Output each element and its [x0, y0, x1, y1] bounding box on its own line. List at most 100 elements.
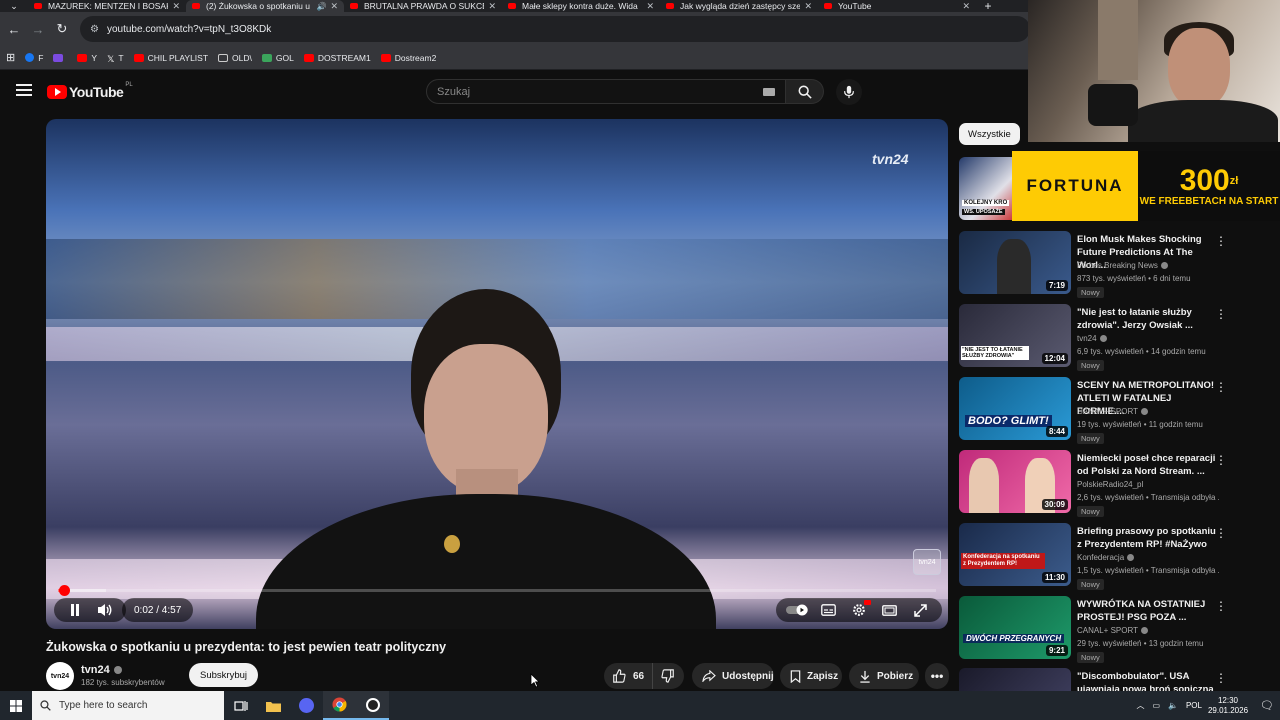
- volume-icon: [98, 604, 112, 616]
- bookmark-item[interactable]: [53, 53, 67, 62]
- bookmark-item[interactable]: CHIL PLAYLIST: [133, 53, 208, 63]
- reload-button[interactable]: ↻: [50, 21, 74, 37]
- speaker-icon[interactable]: 🔊: [316, 2, 326, 11]
- subscribe-button[interactable]: Subskrybuj: [189, 663, 258, 687]
- site-info-icon[interactable]: ⚙: [90, 24, 99, 35]
- youtube-favicon-icon: [824, 3, 832, 9]
- menu-hamburger-icon[interactable]: [16, 84, 32, 98]
- subtitles-icon: [820, 604, 836, 616]
- more-vertical-icon[interactable]: ⋮: [1215, 599, 1227, 613]
- system-clock[interactable]: 12:30 29.01.2026: [1208, 696, 1248, 716]
- subscriber-count: 182 tys. subskrybentów: [81, 678, 165, 687]
- more-vertical-icon[interactable]: ⋮: [1215, 307, 1227, 321]
- discord-app-button[interactable]: [290, 691, 323, 720]
- address-bar[interactable]: ⚙ youtube.com/watch?v=tpN_t3O8KDk: [80, 16, 1030, 42]
- network-icon[interactable]: ▭: [1152, 701, 1160, 710]
- tray-overflow-icon[interactable]: ︿: [1136, 700, 1144, 711]
- dislike-button[interactable]: [653, 669, 675, 683]
- back-button[interactable]: ←: [2, 22, 26, 37]
- bookmark-item[interactable]: GOL: [261, 53, 294, 63]
- taskbar-search-box[interactable]: Type here to search: [32, 691, 224, 720]
- recommendation-item[interactable]: "NIE JEST TO ŁATANIE SŁUŻBY ZDROWIA" 12:…: [959, 304, 1229, 371]
- channel-bug-logo[interactable]: tvn24: [913, 549, 941, 575]
- more-actions-button[interactable]: •••: [925, 663, 949, 689]
- close-tab-icon[interactable]: ✕: [646, 1, 654, 12]
- close-tab-icon[interactable]: ✕: [172, 1, 180, 12]
- save-button[interactable]: Zapisz: [780, 663, 842, 689]
- forward-button[interactable]: →: [26, 22, 50, 37]
- new-tab-button[interactable]: +: [976, 0, 1000, 12]
- thumbs-down-icon: [661, 669, 674, 683]
- time-display: 0:02 / 4:57: [122, 598, 194, 622]
- recommendation-meta: 19 tys. wyświetleń • 11 godzin temu: [1077, 420, 1203, 429]
- recommendation-item[interactable]: 30:09 Niemiecki poseł chce reparacji od …: [959, 450, 1229, 517]
- new-badge: Nowy: [1077, 360, 1104, 371]
- bookmark-item[interactable]: Y: [77, 53, 97, 63]
- autoplay-toggle[interactable]: [782, 598, 812, 622]
- browser-tab[interactable]: BRUTALNA PRAWDA O SUKCES ✕: [344, 0, 502, 12]
- more-vertical-icon[interactable]: ⋮: [1215, 234, 1227, 248]
- fortuna-ad-banner[interactable]: FORTUNA 300zł WE FREEBETACH NA START: [1012, 151, 1280, 221]
- browser-tab[interactable]: MAZUREK: MENTZEN I BOSAK ✕: [28, 0, 186, 12]
- volume-tray-icon[interactable]: 🔈: [1168, 701, 1178, 710]
- video-player[interactable]: tvn24 tvn24 0:02 / 4:57: [46, 119, 948, 629]
- thumbs-up-icon: [613, 669, 626, 683]
- bookmark-item[interactable]: 𝕏T: [107, 53, 123, 64]
- subtitles-button[interactable]: [813, 598, 843, 622]
- search-icon: [40, 700, 51, 711]
- voice-search-button[interactable]: [836, 79, 862, 105]
- bookmark-item[interactable]: Dostream2: [380, 53, 436, 63]
- task-view-button[interactable]: [224, 691, 257, 720]
- bookmark-item[interactable]: DOSTREAM1: [303, 53, 371, 63]
- apps-icon[interactable]: ⊞: [6, 51, 15, 64]
- close-tab-icon[interactable]: ✕: [804, 1, 812, 12]
- theater-mode-button[interactable]: [875, 598, 905, 622]
- pause-button[interactable]: [60, 598, 90, 622]
- browser-tab[interactable]: YouTube ✕: [818, 0, 976, 12]
- bookmark-favicon-icon: [53, 53, 64, 62]
- youtube-logo[interactable]: YouTube PL: [47, 82, 133, 100]
- more-vertical-icon[interactable]: ⋮: [1215, 671, 1227, 685]
- filter-chip-all[interactable]: Wszystkie: [959, 123, 1020, 145]
- keyboard-icon[interactable]: [763, 88, 775, 96]
- bookmark-item[interactable]: F: [25, 53, 43, 63]
- tab-search-menu[interactable]: ⌄: [0, 0, 28, 12]
- start-button[interactable]: [0, 691, 32, 720]
- input-language[interactable]: POL: [1186, 701, 1202, 710]
- fullscreen-button[interactable]: [906, 598, 936, 622]
- recommendation-item[interactable]: DWÓCH PRZEGRANYCH 9:21 WYWRÓTKA NA OSTAT…: [959, 596, 1229, 663]
- bookmark-folder[interactable]: OLD\: [218, 53, 252, 63]
- search-button[interactable]: [786, 79, 824, 104]
- search-input[interactable]: [437, 85, 757, 98]
- chrome-app-button[interactable]: [323, 691, 356, 720]
- more-vertical-icon[interactable]: ⋮: [1215, 453, 1227, 467]
- channel-avatar[interactable]: tvn24: [46, 662, 74, 690]
- recommendation-item[interactable]: 7:19 Elon Musk Makes Shocking Future Pre…: [959, 231, 1229, 298]
- volume-button[interactable]: [90, 598, 120, 622]
- thumbnail-caption: KOLEJNY KRO: [962, 200, 1010, 206]
- like-button[interactable]: 66: [604, 663, 654, 689]
- more-vertical-icon[interactable]: ⋮: [1215, 526, 1227, 540]
- browser-tab-active[interactable]: (2) Żukowska o spotkaniu u 🔊 ✕: [186, 0, 344, 12]
- video-progress-bar[interactable]: [58, 585, 936, 596]
- close-tab-icon[interactable]: ✕: [488, 1, 496, 12]
- more-vertical-icon[interactable]: ⋮: [1215, 380, 1227, 394]
- download-button[interactable]: Pobierz: [849, 663, 919, 689]
- recommendation-title: "Discombobulator". USA ujawniają nową br…: [1077, 671, 1214, 691]
- recommendation-meta: 873 tys. wyświetleń • 6 dni temu: [1077, 274, 1191, 283]
- file-explorer-button[interactable]: [257, 691, 290, 720]
- recommendation-item[interactable]: BODO? GLIMT! 8:44 SCENY NA METROPOLITANO…: [959, 377, 1229, 444]
- channel-name[interactable]: tvn24: [81, 664, 122, 676]
- close-tab-icon[interactable]: ✕: [330, 1, 338, 12]
- recommendation-item[interactable]: "Discombobulator". USA ujawniają nową br…: [959, 668, 1229, 691]
- browser-tab[interactable]: Jak wygląda dzień zastępcy sze ✕: [660, 0, 818, 12]
- share-button[interactable]: Udostępnij: [692, 663, 774, 689]
- settings-button[interactable]: [844, 598, 874, 622]
- recommendation-title: WYWRÓTKA NA OSTATNIEJ PROSTEJ! PSG POZA …: [1077, 599, 1206, 623]
- search-box[interactable]: [426, 79, 786, 104]
- close-tab-icon[interactable]: ✕: [962, 1, 970, 12]
- browser-tab[interactable]: Małe sklepy kontra duże. Wida ✕: [502, 0, 660, 12]
- recommendation-item[interactable]: Konfederacja na spotkaniu z Prezydentem …: [959, 523, 1229, 590]
- notification-center-icon[interactable]: 🗨: [1260, 699, 1274, 712]
- obs-app-button[interactable]: [356, 691, 389, 720]
